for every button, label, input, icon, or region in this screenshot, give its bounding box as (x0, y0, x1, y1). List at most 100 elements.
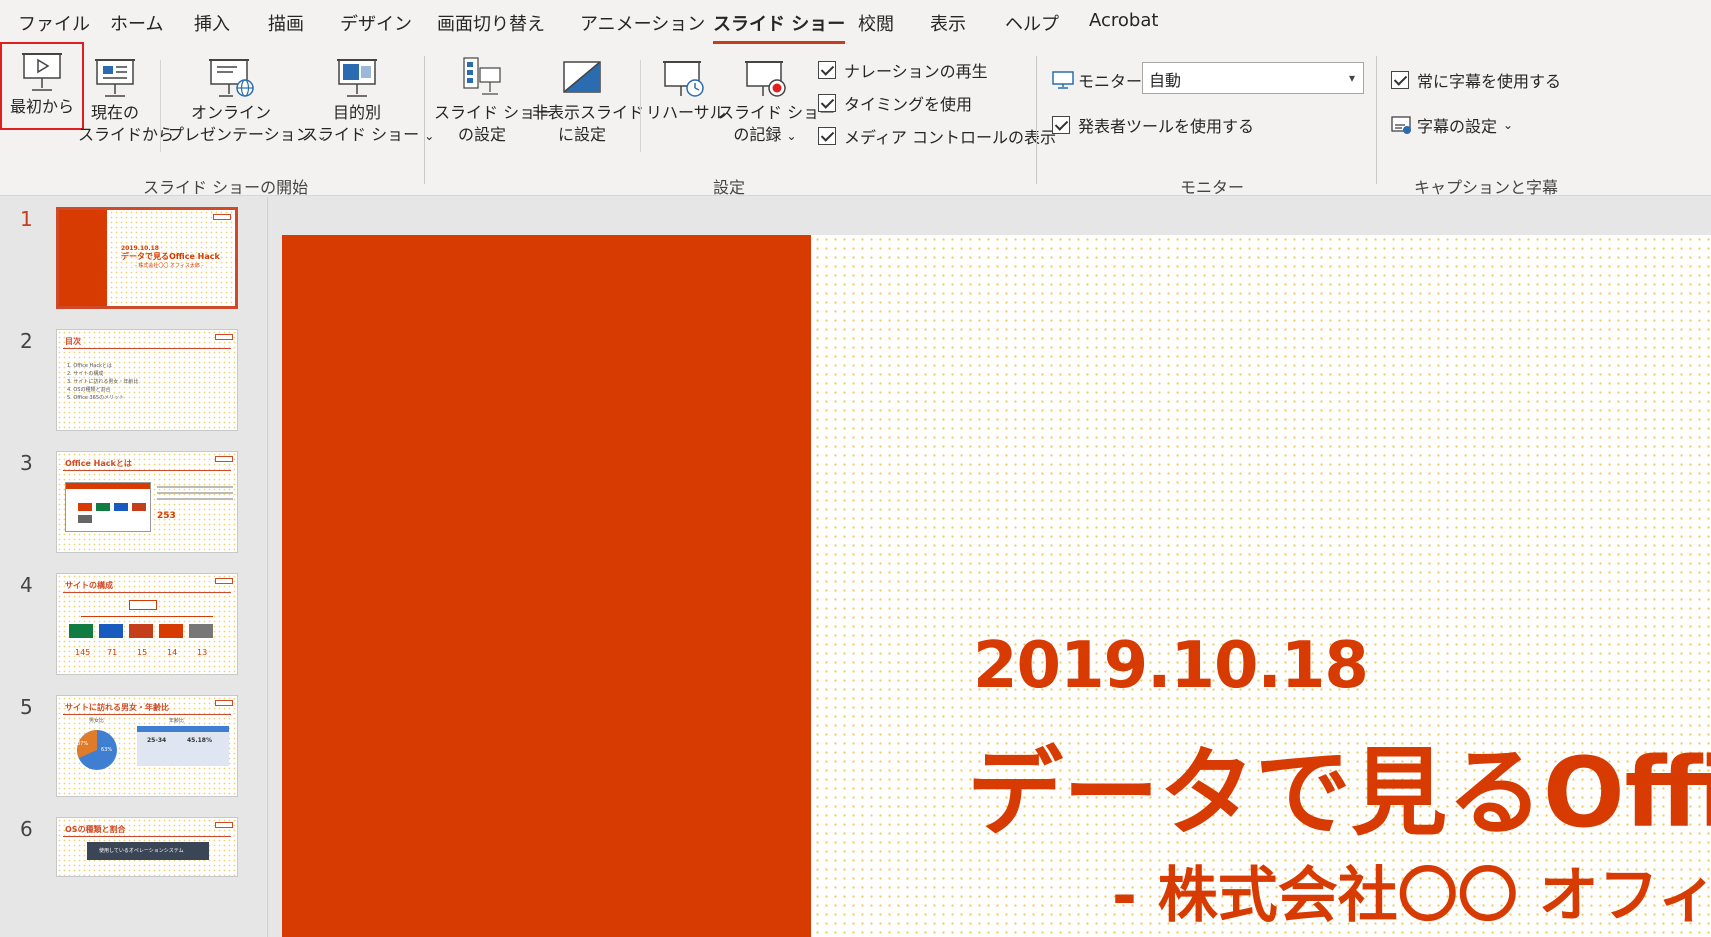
checkbox-checked[interactable] (1052, 116, 1070, 134)
thumb-tag (215, 700, 233, 706)
thumb-table (137, 726, 229, 766)
subtitle-settings-icon (1391, 116, 1411, 134)
hide-label-1: 非表示スライド (532, 103, 645, 122)
slide-subtitle[interactable]: - 株式会社〇〇 オフィス太郎 - (1112, 847, 1711, 934)
tab-view[interactable]: 表示 (930, 10, 966, 36)
checkbox-checked[interactable] (818, 127, 836, 145)
checkbox-checked[interactable] (1391, 71, 1409, 89)
thumb-heading: 目次 (65, 337, 81, 346)
slide-thumbnail-pane[interactable]: 1 2 3 4 5 6 2019.10.18 データで見るOffice Hack… (0, 197, 268, 937)
from-beginning-button[interactable]: 最初から (0, 42, 84, 130)
thumb-rule (63, 714, 231, 715)
tab-help[interactable]: ヘルプ (1005, 10, 1059, 36)
slide-number: 2 (20, 329, 33, 353)
slide-thumbnail-4[interactable]: サイトの構成 145 71 15 14 13 (56, 573, 238, 675)
record-slideshow-button[interactable]: スライド ショー の記録 ⌄ (718, 56, 835, 147)
thumb-tag (215, 456, 233, 462)
checkbox-checked[interactable] (818, 94, 836, 112)
projector-globe-icon (209, 59, 254, 97)
tab-design[interactable]: デザイン (340, 10, 412, 36)
always-subtitles-checkbox[interactable]: 常に字幕を使用する (1391, 68, 1561, 92)
slide-title[interactable]: データで見るOffice Hack (967, 715, 1711, 854)
from-beginning-label: 最初から (9, 97, 74, 116)
tab-draw[interactable]: 描画 (268, 10, 304, 36)
use-timings-checkbox[interactable]: タイミングを使用 (818, 91, 972, 115)
thumb-tag (215, 334, 233, 340)
rehearse-timings-button[interactable]: リハーサル (646, 56, 726, 124)
always-subtitles-label: 常に字幕を使用する (1417, 72, 1562, 91)
from-current-button[interactable]: 現在の スライドから (78, 56, 175, 146)
thumb-org-root (129, 600, 157, 610)
custom-slideshow-button[interactable]: 目的別 スライド ショー ⌄ (302, 56, 434, 147)
separator (160, 60, 161, 152)
online-presentation-button[interactable]: オンライン プレゼンテーション ⌄ (168, 56, 327, 147)
tab-insert[interactable]: 挿入 (194, 10, 230, 36)
thumb-count: 145 (75, 648, 91, 657)
tab-acrobat[interactable]: Acrobat (1089, 10, 1158, 31)
slide-thumbnail-3[interactable]: Office Hackとは 253 (56, 451, 238, 553)
thumb-tag (215, 822, 233, 828)
slide-number: 5 (20, 695, 33, 719)
thumb-screenshot (65, 482, 151, 532)
thumb-rule (63, 348, 231, 349)
slide-thumbnail-2[interactable]: 目次 1. Office Hackとは 2. サイトの構成 3. サイトに訪れる… (56, 329, 238, 431)
setup-label-1: スライド ショー (434, 103, 552, 122)
presenter-view-checkbox[interactable]: 発表者ツールを使用する (1052, 113, 1254, 137)
monitor-label: モニター: (1078, 72, 1148, 91)
group-separator (1036, 56, 1037, 184)
thumb-table-cell: 25-34 (147, 737, 167, 744)
thumb-count: 13 (197, 648, 208, 657)
group-separator (1376, 56, 1377, 184)
record-label-2-text: の記録 (733, 125, 782, 144)
thumb-pie-chart (77, 730, 117, 770)
hide-slide-button[interactable]: 非表示スライド に設定 (532, 56, 645, 146)
subtitle-settings-button[interactable]: 字幕の設定 ⌄ (1391, 113, 1513, 137)
slide-number: 3 (20, 451, 33, 475)
thumb-sub-heading: 年齢比 (169, 718, 185, 724)
slide-number: 4 (20, 573, 33, 597)
slide-thumbnail-1[interactable]: 2019.10.18 データで見るOffice Hack - 株式会社〇〇 オフ… (56, 207, 238, 309)
ribbon: 最初から 現在の スライドから オンライン プレゼンテーション ⌄ 目的別 スラ… (0, 42, 1711, 197)
caption-group-label: キャプションと字幕 (1414, 178, 1559, 197)
checkbox-checked[interactable] (818, 61, 836, 79)
separator (640, 60, 641, 152)
play-narration-checkbox[interactable]: ナレーションの再生 (818, 58, 988, 82)
ribbon-tabs: ファイル ホーム 挿入 描画 デザイン 画面切り替え アニメーション スライド … (0, 0, 1711, 46)
from-current-label-2: スライドから (78, 125, 175, 144)
slide-thumbnail-6[interactable]: OSの種類と割合 使用しているオペレーションシステム (56, 817, 238, 877)
tab-home[interactable]: ホーム (110, 10, 163, 36)
setup-slideshow-button[interactable]: スライド ショー の設定 (434, 56, 552, 146)
thumb-heading: サイトに訪れる男女・年齢比 (65, 703, 169, 712)
powerpoint-window: ファイル ホーム 挿入 描画 デザイン 画面切り替え アニメーション スライド … (0, 0, 1711, 937)
rehearse-label: リハーサル (646, 103, 726, 122)
record-icon (745, 61, 786, 97)
projector-slide-icon (95, 59, 135, 97)
monitor-select[interactable]: 自動 ▾ (1142, 62, 1364, 94)
slide-thumbnail-5[interactable]: サイトに訪れる男女・年齢比 男女比 年齢比 37% 63% 25-34 45.1… (56, 695, 238, 797)
group-separator (424, 56, 425, 184)
thumb-heading: サイトの構成 (65, 581, 113, 590)
custom-label-1: 目的別 (332, 103, 381, 122)
from-current-label-1: 現在の (90, 103, 139, 122)
online-label-1: オンライン (190, 103, 271, 122)
media-controls-checkbox[interactable]: メディア コントロールの表示 (818, 124, 1056, 148)
slide-date[interactable]: 2019.10.18 (973, 629, 1369, 703)
tab-file[interactable]: ファイル (18, 10, 90, 36)
thumb-pie-label: 37% (77, 741, 89, 747)
start-group-label: スライド ショーの開始 (143, 178, 309, 197)
slide-canvas[interactable]: 2019.10.18 データで見るOffice Hack - 株式会社〇〇 オフ… (282, 235, 1711, 937)
record-label-2: の記録 ⌄ (718, 124, 812, 147)
thumb-tag (215, 578, 233, 584)
tab-transitions[interactable]: 画面切り替え (437, 10, 545, 36)
tab-review[interactable]: 校閲 (858, 10, 894, 36)
use-timings-label: タイミングを使用 (844, 95, 973, 114)
tab-slideshow[interactable]: スライド ショー (713, 10, 846, 44)
tab-animations[interactable]: アニメーション (580, 10, 705, 36)
thumb-count: 15 (137, 648, 148, 657)
slide-number: 6 (20, 817, 33, 841)
setup-slideshow-icon (463, 57, 501, 95)
workspace: 1 2 3 4 5 6 2019.10.18 データで見るOffice Hack… (0, 197, 1711, 937)
online-label-2-text: プレゼンテーション (168, 125, 312, 144)
thumb-body-text (157, 482, 233, 504)
rehearse-timer-icon (663, 61, 704, 97)
